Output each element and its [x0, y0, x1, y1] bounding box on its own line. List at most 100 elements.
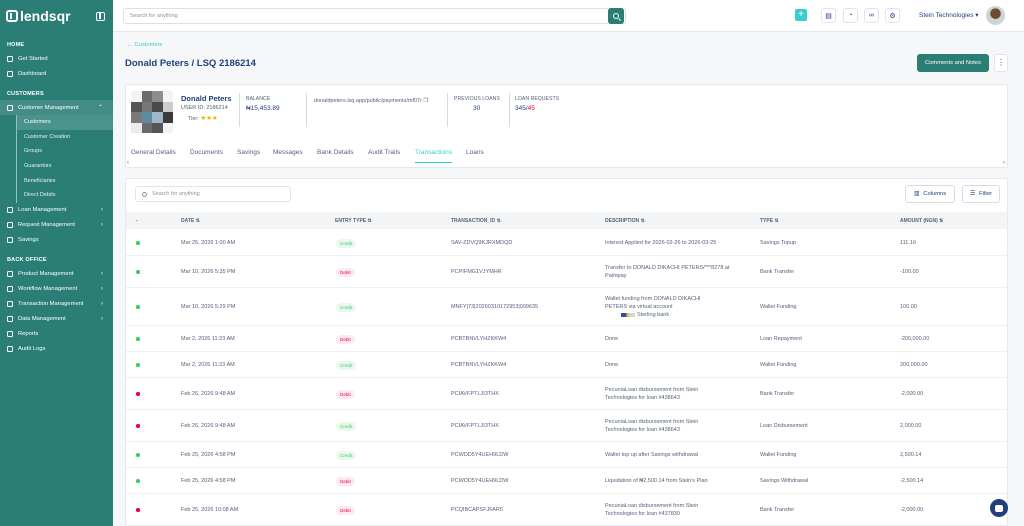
header-type[interactable]: TYPE ⇅	[760, 218, 779, 224]
search-button[interactable]	[608, 8, 624, 24]
loan-requests-count: 345	[515, 105, 526, 112]
sidebar-item-label: Reports	[18, 331, 39, 338]
header-label: TRANSACTION_ID	[451, 218, 496, 224]
columns-button[interactable]: ▥ Columns	[905, 185, 955, 203]
help-book-icon[interactable]: ▤	[821, 8, 836, 23]
database-icon	[7, 316, 13, 323]
comments-and-notes-button[interactable]: Comments and Notes	[917, 54, 989, 72]
sidebar-item-data-management[interactable]: Data Management ›	[0, 312, 113, 327]
avatar[interactable]	[986, 6, 1005, 25]
table-row[interactable]: Mar 2, 2026 11:23 AM Credit PCBTBNVLYHZKKW…	[126, 352, 1007, 378]
chat-widget-button[interactable]	[990, 499, 1008, 517]
tab-audit-trails[interactable]: Audit Trails	[368, 149, 400, 156]
amount-cell: -2,000.00	[900, 391, 924, 397]
gear-icon[interactable]: ⚙	[885, 8, 900, 23]
status-dot	[136, 241, 140, 245]
chevron-right-icon: ›	[101, 286, 103, 293]
table-row[interactable]: Feb 25, 2026 4:58 PM Credit PCWDD5Y4UEH9LD…	[126, 442, 1007, 468]
header-amount[interactable]: AMOUNT (NGN) ⇅	[900, 218, 943, 224]
sidebar-item-get-started[interactable]: Get Started	[0, 51, 113, 66]
section-customers: CUSTOMERS	[7, 90, 44, 97]
header-transaction-id[interactable]: TRANSACTION_ID ⇅	[451, 218, 501, 224]
sidebar-item-product-management[interactable]: Product Management ›	[0, 267, 113, 282]
description-cell: Transfer to DONALD DIKACHI PETERS/***827…	[605, 265, 730, 271]
sidebar-item-dashboard[interactable]: Dashboard	[0, 66, 113, 81]
tabs-scroll-left-icon[interactable]: ‹	[127, 160, 129, 166]
description-cell: PecuniaLoan disbursement from Stein	[605, 503, 699, 509]
description-cell: PecuniaLoan disbursement from Stein	[605, 387, 699, 393]
header-entry-type[interactable]: ENTRY TYPE ⇅	[335, 218, 372, 224]
sidebar-item-request-management[interactable]: Request Management ›	[0, 218, 113, 233]
status-dot	[136, 453, 140, 457]
tabs-scroll-right-icon[interactable]: ›	[1003, 160, 1005, 166]
divider	[306, 93, 307, 127]
sidebar-item-workflow-management[interactable]: Workflow Management ›	[0, 282, 113, 297]
amount-cell: 2,000.00	[900, 423, 922, 429]
sidebar-subitem-guarantors[interactable]: Guarantors	[17, 159, 113, 174]
sidebar-subitem-customer-creation[interactable]: Customer Creation	[17, 130, 113, 145]
header-description[interactable]: DESCRIPTION ⇅	[605, 218, 645, 224]
table-row[interactable]: Feb 25, 2026 10:08 AM Debit PCQIBCAPSFJFAR…	[126, 494, 1007, 526]
tab-messages[interactable]: Messages	[273, 149, 303, 156]
description-line2-text: PETERS via virtual account	[605, 304, 673, 310]
table-search-placeholder: Search for anything	[152, 191, 200, 197]
sidebar-subitem-beneficiaries[interactable]: Beneficiaries	[17, 173, 113, 188]
date-cell: Feb 26, 2026 9:48 AM	[181, 423, 236, 429]
filter-button[interactable]: ☰ Filter	[962, 185, 1000, 203]
more-options-button[interactable]: ⋮	[994, 54, 1008, 72]
table-row[interactable]: Feb 26, 2026 9:48 AM Debit PCIAVFPTLJI3THX…	[126, 378, 1007, 410]
sidebar-item-reports[interactable]: Reports	[0, 327, 113, 342]
table-row[interactable]: Mar 25, 2026 1:00 AM Credit SAV-ZDVQ9KJRXM…	[126, 230, 1007, 256]
entry-type-badge: Debit	[336, 476, 355, 486]
payment-link[interactable]: donaldpeters.lsq.app/public/payments/mf0…	[314, 98, 428, 104]
transaction-id-cell: MNFY|73|20260310172953|009635	[451, 304, 539, 310]
tab-documents[interactable]: Documents	[190, 149, 223, 156]
table-row[interactable]: Mar 10, 2026 5:29 PM Credit MNFY|73|202603…	[126, 288, 1007, 326]
customer-tier: Tier: ★★★	[188, 114, 218, 122]
table-row[interactable]: Mar 2, 2026 11:23 AM Debit PCBTBNVLYHZKKW4…	[126, 326, 1007, 352]
customer-name: Donald Peters	[181, 94, 232, 103]
copy-icon[interactable]: ❐	[423, 98, 428, 104]
link-icon[interactable]: ∞	[864, 8, 879, 23]
search-input[interactable]: Search for anything	[123, 8, 626, 24]
bell-icon[interactable]: ◔	[843, 8, 858, 23]
sort-icon: ⇅	[367, 218, 372, 224]
tab-transactions[interactable]: Transactions	[415, 149, 452, 163]
table-row[interactable]: Mar 10, 2026 5:35 PM Debit PCPIFMG1VJYMHR T…	[126, 256, 1007, 288]
entry-type-badge: Credit	[336, 302, 357, 312]
logo[interactable]: lendsqr	[6, 8, 71, 24]
payment-link-text: donaldpeters.lsq.app/public/payments/mf0…	[314, 98, 422, 104]
collapse-sidebar-icon[interactable]	[96, 11, 105, 21]
date-cell: Mar 10, 2026 5:29 PM	[181, 304, 236, 310]
sidebar-item-customer-management[interactable]: Customer Management ⌃	[0, 100, 113, 115]
tab-loans[interactable]: Loans	[466, 149, 484, 156]
sidebar-item-loan-management[interactable]: Loan Management ›	[0, 203, 113, 218]
org-switcher[interactable]: Stein Technologies ▾	[919, 11, 979, 19]
table-row[interactable]: Feb 26, 2026 9:48 AM Credit PCIAVFPTLJI3TH…	[126, 410, 1007, 442]
entry-type-badge: Credit	[336, 238, 357, 248]
entry-type-badge: Debit	[336, 334, 355, 344]
header-date[interactable]: DATE ⇅	[181, 218, 200, 224]
table-row[interactable]: Feb 25, 2026 4:58 PM Debit PCWDD5Y4UEH9LDW…	[126, 468, 1007, 494]
date-cell: Mar 25, 2026 1:00 AM	[181, 240, 236, 246]
description-line2-text: Palmpay	[605, 273, 627, 279]
sidebar-subitem-groups[interactable]: Groups	[17, 144, 113, 159]
description-cell: Interest Applied for 2026-02-26 to 2026-…	[605, 240, 717, 246]
sidebar-item-label: Data Management	[18, 316, 66, 323]
amount-cell: -2,500.14	[900, 478, 924, 484]
sidebar-item-savings[interactable]: Savings	[0, 233, 113, 248]
tab-bank-details[interactable]: Bank Details	[317, 149, 354, 156]
previous-loans-value: 30	[473, 105, 481, 112]
add-button[interactable]: +	[795, 9, 807, 21]
tab-savings[interactable]: Savings	[237, 149, 260, 156]
profile-picture	[131, 91, 173, 133]
chevron-right-icon: ›	[101, 207, 103, 214]
sidebar-item-transaction-management[interactable]: Transaction Management ›	[0, 297, 113, 312]
sidebar-subitem-direct-debits[interactable]: Direct Debits	[17, 188, 113, 203]
tab-general-details[interactable]: General Details	[131, 149, 176, 156]
sidebar-subitem-customers[interactable]: Customers	[17, 115, 113, 130]
table-search-input[interactable]: Search for anything	[135, 186, 291, 202]
chevron-down-icon: ▾	[975, 12, 979, 19]
sidebar-item-audit-logs[interactable]: Audit Logs	[0, 342, 113, 357]
back-link[interactable]: ← Customers	[127, 42, 162, 48]
